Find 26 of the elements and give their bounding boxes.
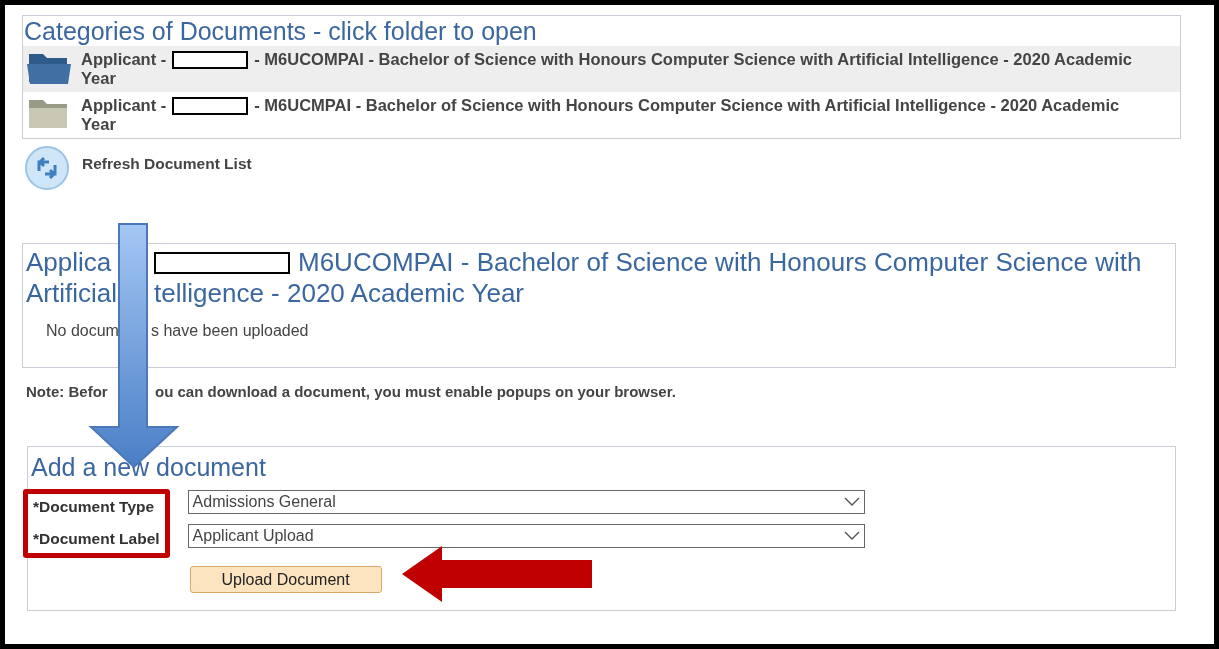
folder-label: Year	[81, 115, 116, 134]
folder-row[interactable]: Applicant - - M6UCOMPAI - Bachelor of Science with Honours Computer Science with Artificial Intelligence - 2020 Academic Year	[23, 46, 1180, 92]
documents-title: Artificial	[26, 278, 117, 308]
folder-label: Applicant -	[81, 96, 167, 115]
chevron-down-icon	[843, 530, 860, 541]
folder-label: - M6UCOMPAI - Bachelor of Science with Honours Computer Science with Artificial Intelligence - 2020 Academic	[254, 50, 1132, 69]
section-title: Add a new document	[31, 451, 267, 483]
refresh-link[interactable]: Refresh Document List	[82, 152, 252, 176]
folder-label: Year	[81, 69, 116, 88]
chevron-down-icon	[843, 496, 860, 507]
folder-label: - M6UCMPAI - Bachelor of Science with Honours Computer Science with Artificial Intelligence - 2020 Academic	[254, 96, 1120, 115]
refresh-icon[interactable]	[24, 145, 70, 191]
popup-note: Note: Befor	[26, 383, 108, 400]
field-label: *Document Label	[33, 528, 160, 549]
folder-label: Applicant -	[81, 50, 167, 69]
select-field[interactable]: Admissions General	[187, 489, 865, 514]
select-field[interactable]: Applicant Upload	[187, 523, 865, 548]
documents-title: Applica	[26, 247, 112, 277]
popup-note: ou can download a document, you must enable popups on your browser.	[155, 382, 676, 402]
section-title: Categories of Documents - click folder to open	[23, 16, 538, 46]
empty-message: No docum	[46, 322, 119, 339]
empty-message: s have been uploaded	[151, 321, 309, 341]
documents-title: telligence - 2020 Academic Year	[154, 278, 525, 309]
upload-button[interactable]: Upload Document	[189, 566, 382, 593]
field-label: *Document Type	[33, 496, 156, 517]
documents-title: M6UCOMPAI - Bachelor of Science with Honours Computer Science with	[298, 247, 1142, 278]
